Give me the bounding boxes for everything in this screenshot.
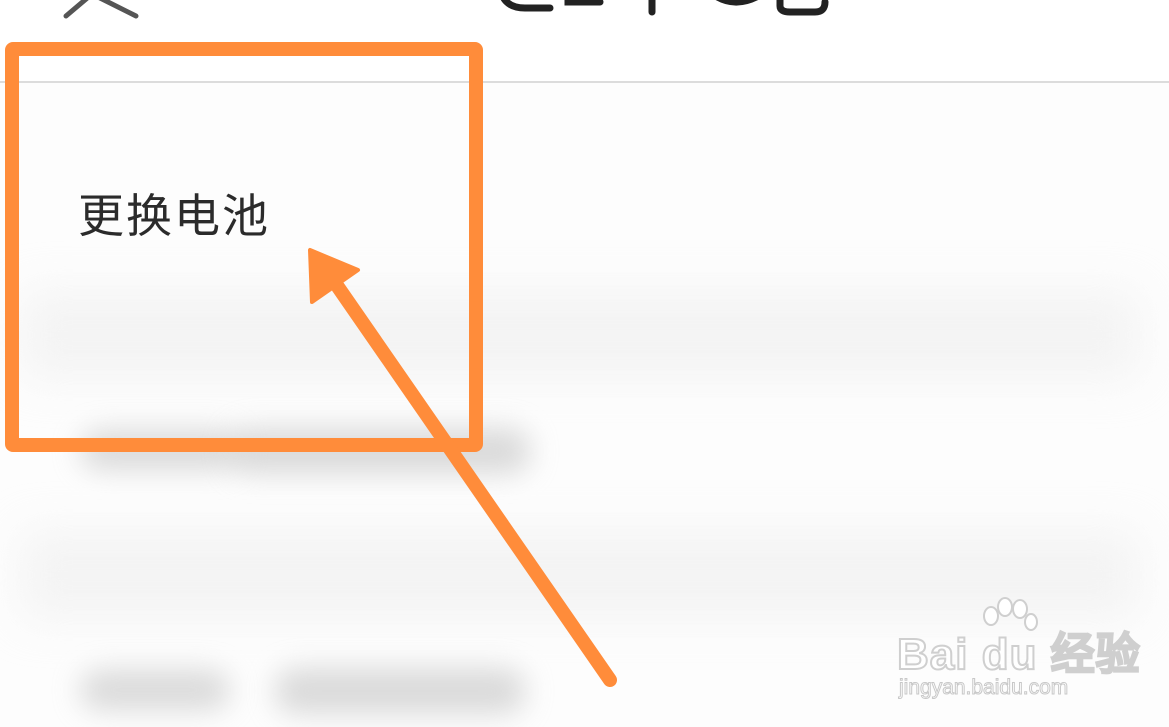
blurred-section [20,290,1140,380]
back-button[interactable] [56,0,146,20]
watermark-brand: Bai du 经验 [896,629,1141,680]
blurred-list-item [80,430,240,470]
menu-item-replace-battery[interactable]: 更换电池 [0,150,560,270]
nav-title-cropped [500,0,829,16]
blurred-list-item [230,428,530,474]
blurred-section [20,530,1140,620]
blurred-list-item [80,670,230,710]
nav-divider [0,81,1169,83]
watermark-url: jingyan.baidu.com [898,676,1069,700]
nav-bar [0,0,1169,82]
chevron-left-icon [63,0,139,19]
phone-screen: 更换电池 Bai du 经验 jingyan.baidu.com [0,0,1169,727]
blurred-list-item [275,668,525,714]
menu-item-label: 更换电池 [78,189,270,243]
